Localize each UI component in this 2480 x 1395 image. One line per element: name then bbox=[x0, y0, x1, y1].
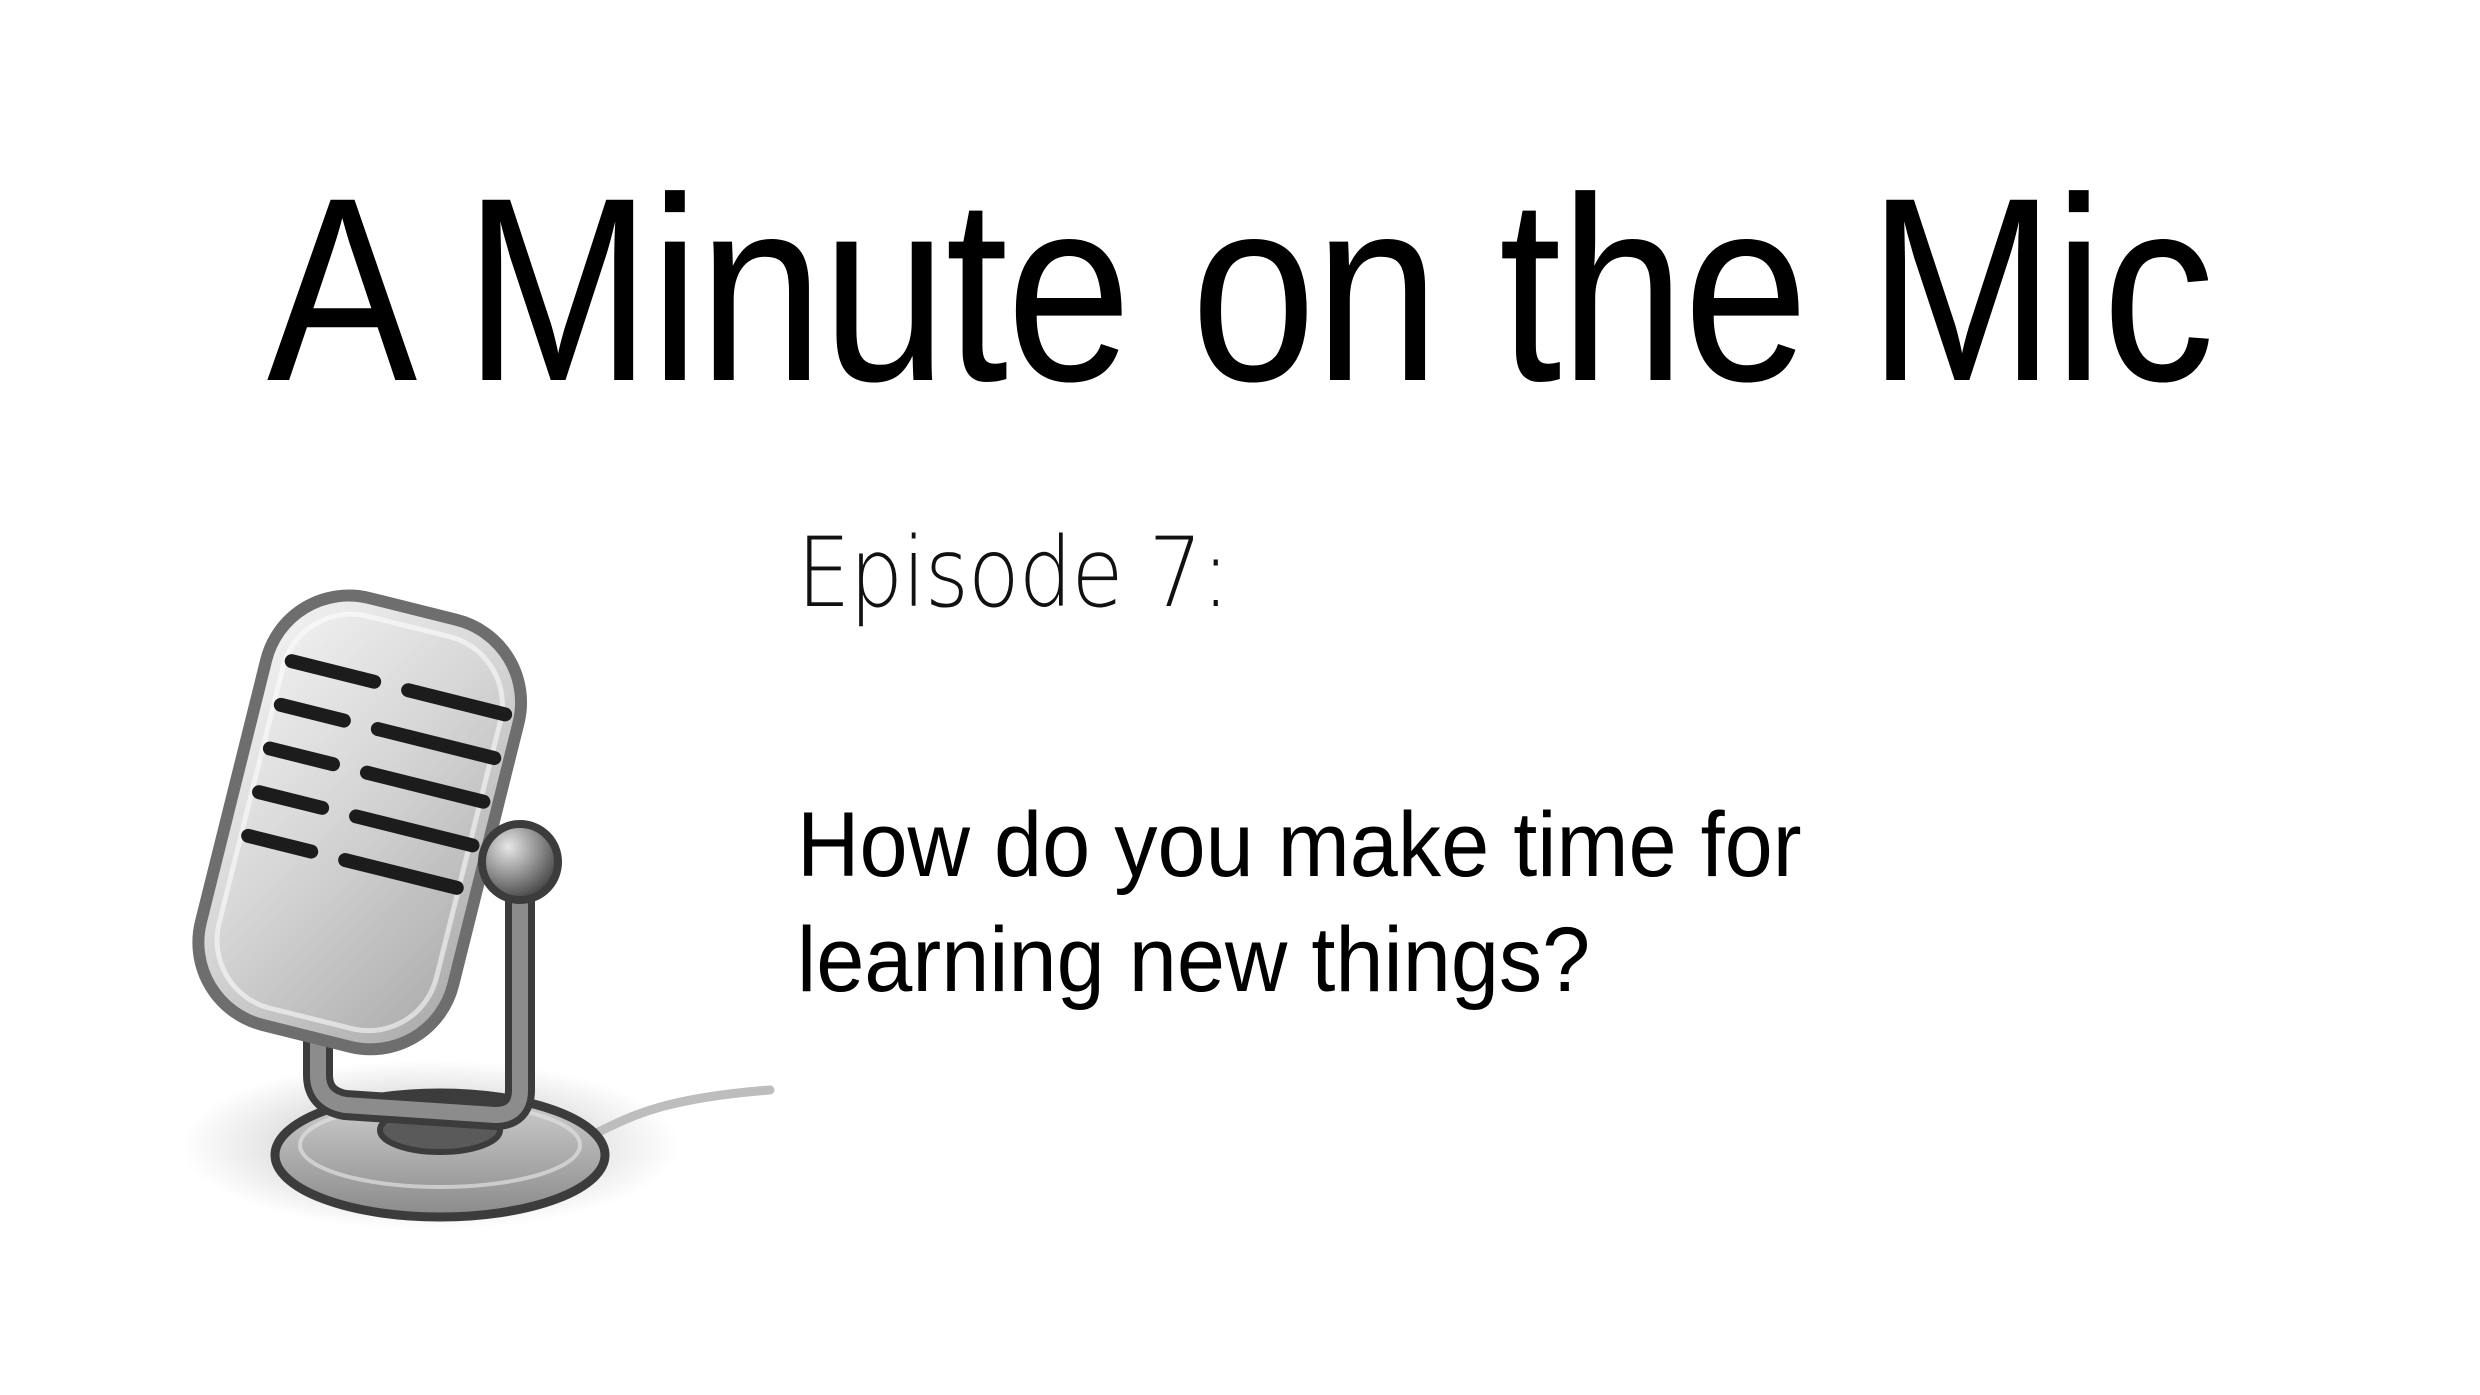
slide: A Minute on the Mic Episode 7: How do yo… bbox=[0, 0, 2480, 1395]
slide-title: A Minute on the Mic bbox=[266, 143, 2215, 436]
microphone-icon bbox=[180, 589, 775, 1230]
mic-knob bbox=[478, 820, 562, 904]
episode-question: How do you make time for learning new th… bbox=[797, 794, 1802, 1011]
episode-label: Episode 7: bbox=[797, 517, 1230, 629]
